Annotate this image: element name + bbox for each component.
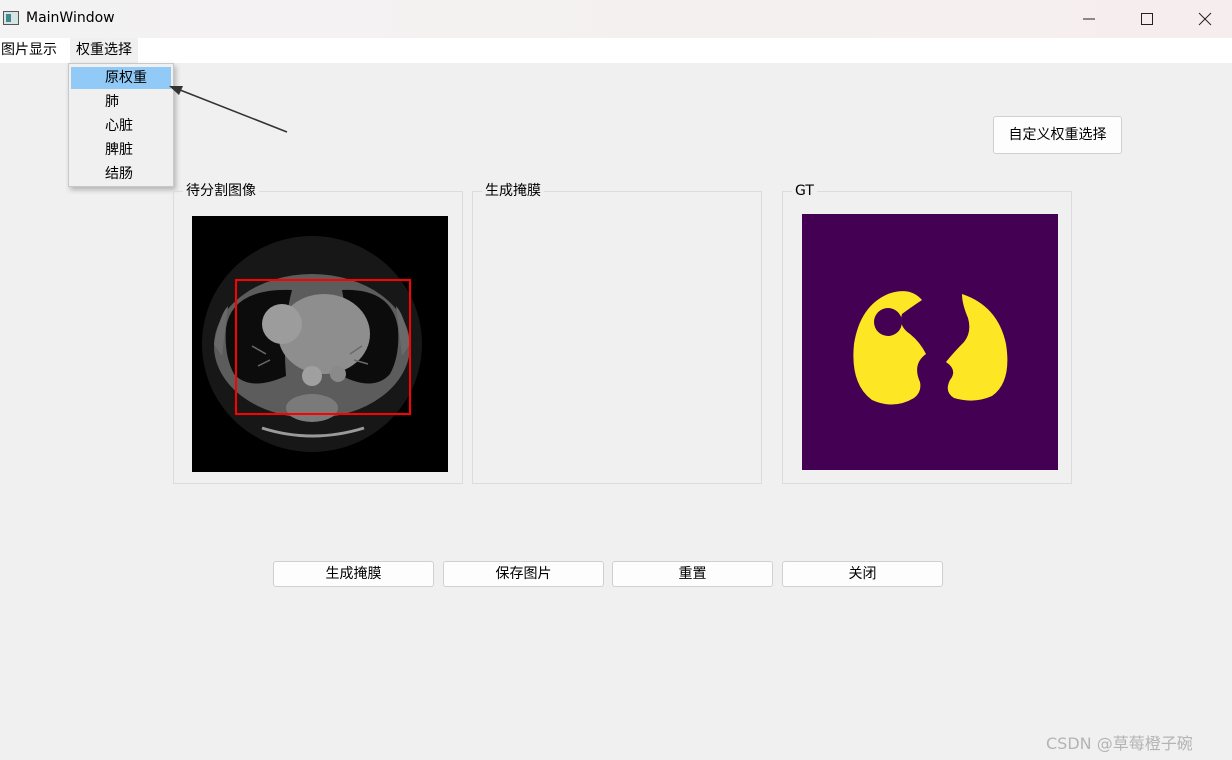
mask-panel: 生成掩膜 <box>472 182 762 484</box>
reset-button[interactable]: 重置 <box>612 561 773 587</box>
menu-option-lung[interactable]: 肺 <box>71 91 171 113</box>
annotation-arrow <box>169 86 288 133</box>
gt-mask-image <box>802 214 1058 470</box>
input-image-panel: 待分割图像 <box>173 182 463 484</box>
menu-image-display[interactable]: 图片显示 <box>0 38 58 63</box>
gt-panel-title: GT <box>792 182 817 200</box>
close-window-button[interactable] <box>1176 0 1232 38</box>
menu-option-original-weight[interactable]: 原权重 <box>71 67 171 89</box>
input-image-title: 待分割图像 <box>183 182 259 200</box>
minimize-button[interactable] <box>1060 0 1118 38</box>
save-image-button[interactable]: 保存图片 <box>443 561 604 587</box>
close-button[interactable]: 关闭 <box>782 561 943 587</box>
window-title: MainWindow <box>26 10 115 26</box>
menu-option-spleen[interactable]: 脾脏 <box>71 139 171 161</box>
maximize-icon <box>1141 13 1153 25</box>
ct-scan-image <box>192 216 448 472</box>
menu-weight-select[interactable]: 权重选择 <box>70 38 138 63</box>
generate-mask-button[interactable]: 生成掩膜 <box>273 561 434 587</box>
menu-option-colon[interactable]: 结肠 <box>71 163 171 185</box>
app-icon <box>3 11 19 25</box>
menu-bar: 图片显示 权重选择 <box>0 38 1232 63</box>
maximize-button[interactable] <box>1118 0 1176 38</box>
watermark: CSDN @草莓橙子碗 <box>1046 734 1193 753</box>
gt-panel: GT <box>782 182 1072 484</box>
title-bar: MainWindow <box>0 0 1232 38</box>
custom-weight-button[interactable]: 自定义权重选择 <box>993 116 1122 154</box>
close-icon <box>1198 12 1212 26</box>
menu-option-heart[interactable]: 心脏 <box>71 115 171 137</box>
mask-panel-title: 生成掩膜 <box>482 182 544 200</box>
minimize-icon <box>1083 18 1095 20</box>
weight-dropdown-menu: 原权重 肺 心脏 脾脏 结肠 <box>68 63 174 187</box>
